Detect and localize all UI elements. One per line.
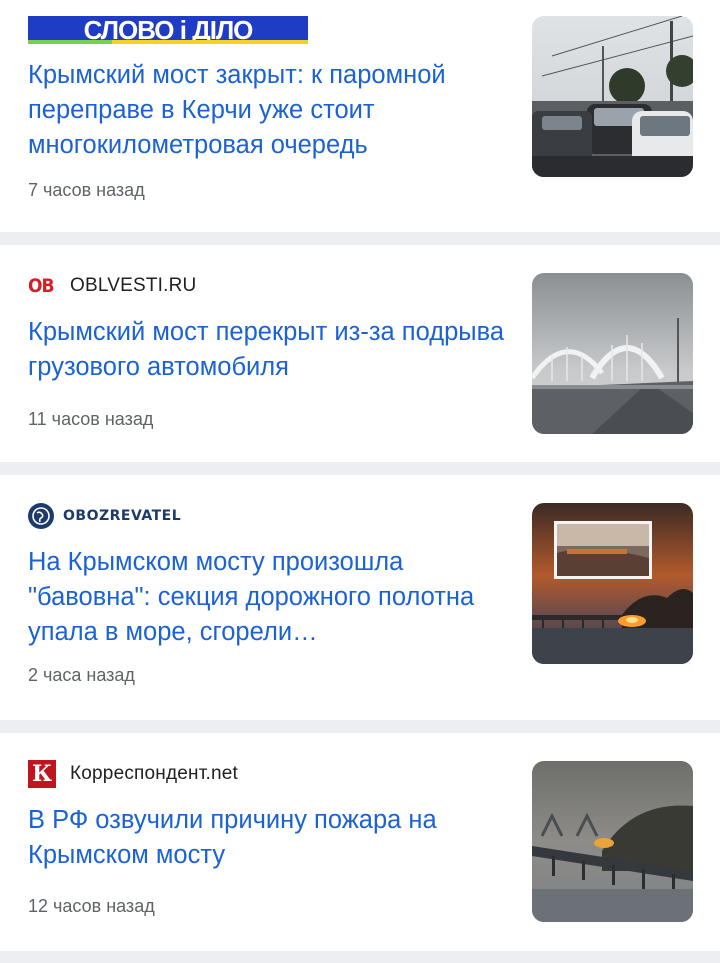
- article-thumbnail[interactable]: [532, 761, 693, 922]
- article-time: 11 часов назад: [28, 409, 154, 429]
- article-title[interactable]: На Крымском мосту произошла "бавовна": с…: [28, 545, 508, 650]
- bridge-fire-photo: [532, 503, 693, 664]
- korrespondent-logo: К: [28, 760, 56, 788]
- article-title[interactable]: Крымский мост закрыт: к паромной перепра…: [28, 58, 508, 163]
- source-name: Корреспондент.net: [70, 763, 239, 784]
- bridge-smoke-photo: [532, 761, 693, 922]
- news-card[interactable]: К Корреспондент.net В РФ озвучили причин…: [0, 733, 720, 951]
- source-name: OBOZREVATEL: [63, 508, 182, 524]
- source-logo-text: СЛОВО і ДІЛО: [83, 16, 254, 44]
- article-title[interactable]: В РФ озвучили причину пожара на Крымском…: [28, 803, 508, 873]
- source-name: OBLVESTI.RU: [70, 275, 197, 296]
- source-row: СЛОВО і ДІЛО: [28, 16, 308, 44]
- obozrevatel-globe-icon: [28, 503, 54, 529]
- bridge-arch-photo: [532, 273, 693, 434]
- article-thumbnail[interactable]: [532, 503, 693, 664]
- article-thumbnail[interactable]: [532, 273, 693, 434]
- article-title[interactable]: Крымский мост перекрыт из-за подрыва гру…: [28, 315, 508, 385]
- traffic-queue-photo: [532, 16, 693, 177]
- article-time: 7 часов назад: [28, 180, 145, 200]
- news-card[interactable]: СЛОВО і ДІЛО Крымский мост закрыт: к пар…: [0, 0, 720, 232]
- article-time: 2 часа назад: [28, 665, 135, 685]
- news-card[interactable]: OB OBLVESTI.RU Крымский мост перекрыт из…: [0, 245, 720, 462]
- source-row: OB OBLVESTI.RU: [28, 272, 196, 300]
- article-time: 12 часов назад: [28, 896, 155, 916]
- news-feed: СЛОВО і ДІЛО Крымский мост закрыт: к пар…: [0, 0, 720, 951]
- news-card[interactable]: OBOZREVATEL На Крымском мосту произошла …: [0, 475, 720, 720]
- source-row: К Корреспондент.net: [28, 760, 238, 788]
- slovo-i-dilo-logo: СЛОВО і ДІЛО: [28, 16, 308, 44]
- oblvesti-logo: OB: [28, 275, 55, 297]
- source-row: OBOZREVATEL: [28, 502, 181, 530]
- article-thumbnail[interactable]: [532, 16, 693, 177]
